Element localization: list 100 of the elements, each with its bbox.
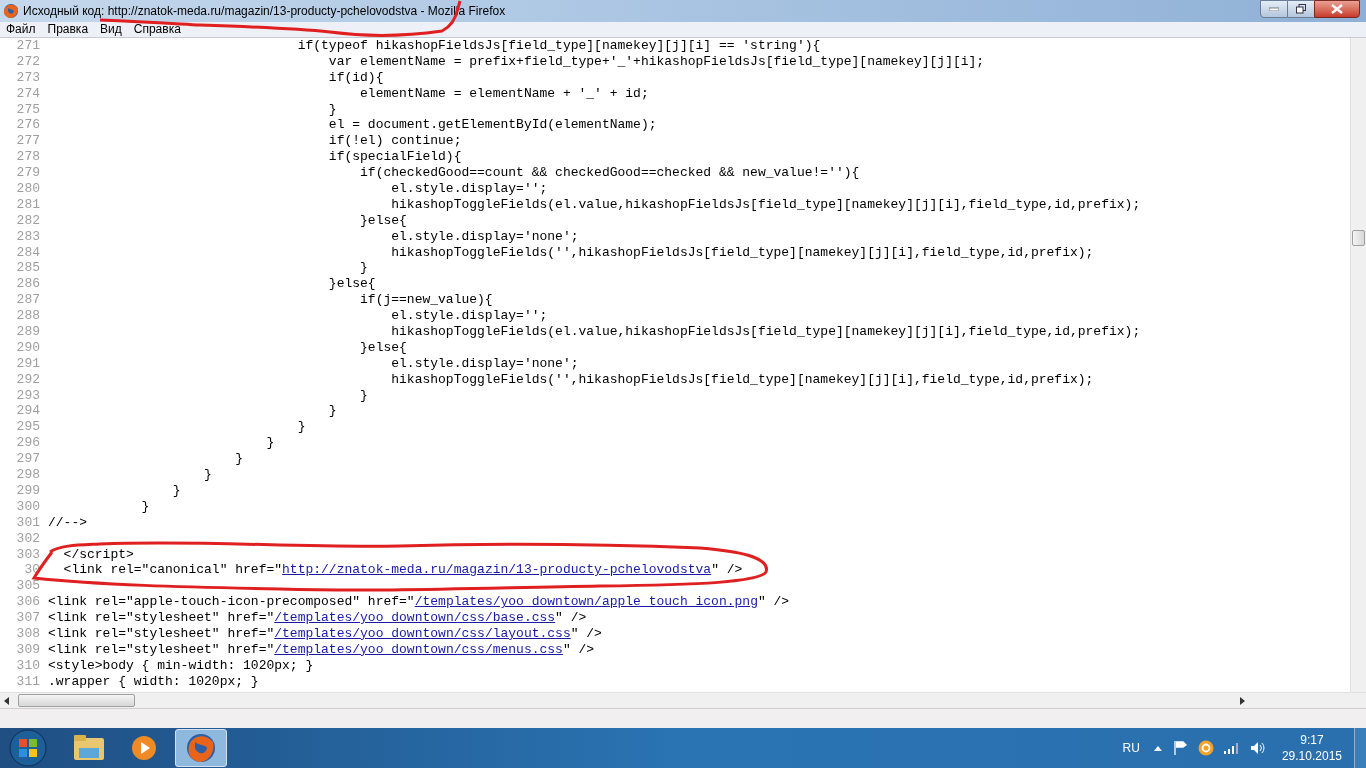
language-indicator[interactable]: RU [1122,739,1140,757]
line-number: 274 [15,85,40,102]
code-text: }else{ [359,212,407,229]
menu-item[interactable]: Справка [127,22,187,37]
line-number: 290 [15,339,40,356]
line-number: 284 [15,244,40,261]
signal-icon[interactable] [1223,742,1240,754]
minimize-icon [1269,7,1279,11]
line-number: 310 [15,657,40,674]
menu-item[interactable]: Файл [0,22,42,37]
code-text: el.style.display='none'; [390,355,579,372]
code-text: } [296,419,306,436]
code-text: } [140,498,150,515]
line-number: 307 [15,610,40,626]
clock[interactable]: 9:17 29.10.2015 [1281,732,1342,764]
taskbar-app[interactable] [175,729,227,767]
line-number: 301 [15,514,40,531]
code-text: if(specialField){ [327,149,462,166]
code-text: hikashopToggleFields('',hikashopFieldsJs[field_type][namekey][j][i],field_type,id,prefix); [390,244,1094,261]
play-icon [131,734,159,762]
code-text: <link rel="stylesheet" href=" [48,641,275,658]
line-number: 273 [15,69,40,86]
line-number: 305 [15,578,40,595]
line-number: 298 [15,467,40,483]
vertical-scrollbar[interactable] [1350,38,1366,692]
code-text: <link rel="canonical" href=" [62,562,283,579]
line-number: 281 [15,196,40,213]
scroll-right-icon[interactable] [1240,696,1246,705]
line-number: 309 [15,641,40,658]
source-link[interactable]: /templates/yoo_downtown/apple_touch_icon.png [414,594,758,611]
code-text: <style>body { min-width: 1020px; } [48,657,314,674]
line-number: 280 [15,181,40,197]
restore-icon [1296,4,1306,14]
line-number: 302 [15,530,40,547]
line-number: 277 [15,133,40,150]
start-button[interactable] [9,729,47,767]
line-number: 283 [15,228,40,245]
code-text: if(id){ [327,69,384,86]
minimize-button[interactable] [1260,0,1288,18]
code-text: " /> [711,562,743,579]
line-number: 275 [15,101,40,118]
code-text: if(j==new_value){ [359,292,493,309]
code-text: } [359,387,368,404]
code-text: if(typeof hikashopFieldsJs[field_type][namekey][j][i] == 'string'){ [296,38,821,54]
line-number: 306 [15,594,40,611]
code-text: <link rel="stylesheet" href=" [48,610,275,626]
line-number: 279 [15,165,40,181]
line-number: 288 [15,308,40,325]
scroll-left-icon[interactable] [4,696,10,705]
code-text: </script> [62,546,134,563]
line-number: 286 [15,276,40,293]
ring-icon[interactable] [1197,740,1214,756]
code-text: } [234,451,244,468]
code-text: " /> [570,625,602,642]
speaker-icon[interactable] [1249,741,1266,755]
scrollbar-thumb[interactable] [18,694,135,707]
line-number: 289 [15,324,40,340]
code-text: }else{ [359,339,407,356]
source-link[interactable]: http://znatok-meda.ru/magazin/13-producty-pchelovodstva [282,562,712,579]
horizontal-scrollbar[interactable] [0,692,1366,708]
code-text: el = document.getElementById(elementName); [327,117,657,134]
code-text: if(!el) continue; [327,133,462,150]
line-number: 295 [15,419,40,436]
clock-time: 9:17 [1300,732,1324,748]
menu-item[interactable]: Вид [94,22,128,37]
code-text: } [359,260,368,277]
code-text: } [171,482,181,499]
flag-icon[interactable] [1173,741,1188,755]
line-number: 291 [15,355,40,372]
code-text: //--> [48,514,87,531]
line-number: 276 [15,117,40,134]
restore-button[interactable] [1288,0,1314,18]
line-number: 278 [15,149,40,166]
source-link[interactable]: /templates/yoo_downtown/css/layout.css [274,625,571,642]
line-number: 272 [15,53,40,70]
code-text: " /> [555,610,587,626]
code-text: if(checkedGood==count && checkedGood==checked && new_value!=''){ [359,165,860,181]
code-text: <link rel="stylesheet" href=" [48,625,275,642]
close-button[interactable] [1314,0,1360,18]
line-number: 300 [15,498,40,515]
caret-up-icon[interactable] [1153,745,1162,751]
code-text: el.style.display=''; [390,181,548,197]
code-text: elementName = elementName + '_' + id; [359,85,649,102]
close-icon [1331,4,1343,14]
code-text: " /> [562,641,595,658]
line-number: 292 [15,371,40,388]
line-number: 303 [15,546,40,563]
menu-item[interactable]: Правка [41,22,95,37]
line-number: 299 [15,482,40,499]
line-number: 293 [15,387,40,404]
code-text: } [265,435,275,452]
code-text: hikashopToggleFields(el.value,hikashopFieldsJs[field_type][namekey][j][i],field_type,id,prefix); [390,324,1141,340]
code-text: " /> [757,594,790,611]
code-text: hikashopToggleFields(el.value,hikashopFieldsJs[field_type][namekey][j][i],field_type,id,prefix); [390,196,1141,213]
source-link[interactable]: /templates/yoo_downtown/css/menus.css [274,641,563,658]
scrollbar-thumb[interactable] [1352,230,1365,246]
line-number: 282 [15,212,40,229]
code-text: } [327,101,337,118]
source-link[interactable]: /templates/yoo_downtown/css/base.css [274,610,556,626]
browser-globe-icon [3,3,19,19]
